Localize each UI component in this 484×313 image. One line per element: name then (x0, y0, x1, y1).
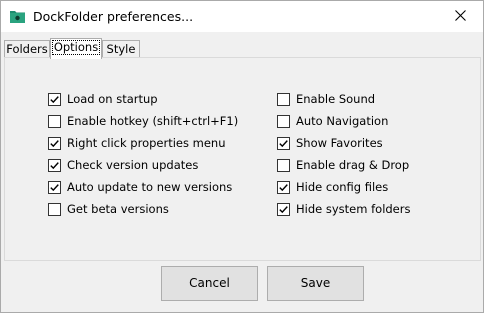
option-label: Enable Sound (296, 92, 376, 106)
option-label: Auto Navigation (296, 114, 389, 128)
option-hide-config-files[interactable]: Hide config files (277, 179, 388, 195)
checkbox-unchecked[interactable] (277, 158, 290, 172)
option-label: Get beta versions (67, 202, 169, 216)
checkbox-unchecked[interactable] (48, 114, 61, 128)
options-panel: Load on startup Enable hotkey (shift+ctr… (4, 57, 481, 261)
checkbox-checked[interactable] (277, 180, 290, 194)
option-auto-navigation[interactable]: Auto Navigation (277, 113, 388, 129)
checkbox-unchecked[interactable] (277, 92, 290, 106)
save-button[interactable]: Save (267, 266, 364, 301)
tab-folders[interactable]: Folders (4, 40, 50, 58)
option-label: Hide system folders (296, 202, 411, 216)
tab-style[interactable]: Style (102, 40, 140, 58)
option-right-click-menu[interactable]: Right click properties menu (48, 135, 225, 151)
checkbox-checked[interactable] (48, 158, 61, 172)
tab-options-label: Options (51, 40, 101, 55)
checkbox-checked[interactable] (277, 136, 290, 150)
checkbox-unchecked[interactable] (277, 114, 290, 128)
folder-app-icon (10, 9, 25, 23)
tab-folders-label: Folders (6, 42, 48, 56)
option-label: Show Favorites (296, 136, 383, 150)
close-icon (454, 9, 466, 24)
option-check-version-updates[interactable]: Check version updates (48, 157, 198, 173)
checkbox-checked[interactable] (48, 92, 61, 106)
option-auto-update[interactable]: Auto update to new versions (48, 179, 232, 195)
checkbox-checked[interactable] (277, 202, 290, 216)
option-get-beta-versions[interactable]: Get beta versions (48, 201, 169, 217)
tab-options[interactable]: Options (50, 38, 102, 59)
checkbox-checked[interactable] (48, 180, 61, 194)
tab-style-label: Style (106, 42, 136, 56)
preferences-window: DockFolder preferences... Folders Option… (0, 0, 484, 313)
option-label: Load on startup (67, 92, 158, 106)
option-label: Enable hotkey (shift+ctrl+F1) (67, 114, 239, 128)
option-label: Enable drag & Drop (296, 158, 410, 172)
option-label: Right click properties menu (67, 136, 226, 150)
option-show-favorites[interactable]: Show Favorites (277, 135, 383, 151)
checkbox-checked[interactable] (48, 136, 61, 150)
checkbox-unchecked[interactable] (48, 202, 61, 216)
window-title: DockFolder preferences... (33, 9, 194, 24)
option-enable-hotkey[interactable]: Enable hotkey (shift+ctrl+F1) (48, 113, 238, 129)
option-load-on-startup[interactable]: Load on startup (48, 91, 158, 107)
option-label: Hide config files (296, 180, 389, 194)
option-enable-drag-drop[interactable]: Enable drag & Drop (277, 157, 409, 173)
cancel-button[interactable]: Cancel (161, 266, 258, 301)
option-hide-system-folders[interactable]: Hide system folders (277, 201, 410, 217)
close-button[interactable] (437, 1, 483, 32)
option-enable-sound[interactable]: Enable Sound (277, 91, 375, 107)
title-bar[interactable]: DockFolder preferences... (1, 1, 483, 32)
option-label: Auto update to new versions (67, 180, 233, 194)
option-label: Check version updates (67, 158, 199, 172)
